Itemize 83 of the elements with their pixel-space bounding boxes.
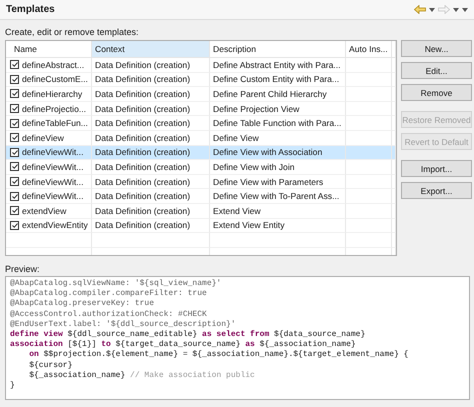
checkbox[interactable] [10, 192, 19, 201]
caret-icon[interactable] [429, 8, 435, 12]
checkbox[interactable] [10, 74, 19, 84]
table-cell: defineViewWit... [22, 147, 84, 158]
table-cell: defineHierarchy [22, 88, 82, 99]
table-row[interactable]: defineViewWit... Data Definition (creation) Define View with Join [6, 160, 396, 175]
table-cell: extendView [22, 206, 66, 216]
action-button[interactable]: New... [401, 40, 472, 57]
table-cell: Define View [213, 132, 259, 143]
back-arrow-icon[interactable] [414, 5, 426, 14]
code-line: @EndUserText.label: '${ddl_source_description}' [10, 320, 237, 330]
table-row[interactable]: defineViewWit... Data Definition (creation) Define View with Parameters [6, 174, 396, 190]
table-row[interactable]: defineCustomE... Data Definition (creation) Define Custom Entity with Para... [6, 72, 396, 88]
table-cell: Data Definition (creation) [95, 74, 190, 84]
code-line: @AccessControl.authorizationCheck: #CHECK [10, 310, 208, 320]
code-line: ${cursor} [28, 360, 74, 371]
checkbox[interactable] [10, 118, 19, 128]
table-cell: Data Definition (creation) [95, 118, 190, 128]
checkbox[interactable] [10, 133, 19, 142]
checkbox[interactable] [10, 162, 19, 172]
code-line: } [10, 381, 16, 392]
code-line: association [${1}] to ${target_data_source_name} as ${_association_name} [10, 340, 357, 350]
table-row[interactable]: defineViewWit... Data Definition (creation) Define View with To-Parent Ass... [6, 189, 396, 204]
table-cell: defineViewWit... [22, 162, 84, 172]
table-cell: Data Definition (creation) [95, 88, 190, 99]
column-header[interactable]: Description [210, 41, 346, 58]
table-cell: Data Definition (creation) [95, 60, 190, 70]
table-row[interactable]: defineAbstract... Data Definition (creation) Define Abstract Entity with Para... [6, 58, 396, 73]
table-cell: defineAbstract... [22, 60, 84, 70]
table-cell: Extend View Entity [213, 220, 284, 230]
code-line: ${_association_name} // Make association public [28, 370, 256, 382]
table-cell: extendViewEntity [22, 220, 88, 230]
code-line: on $$projection.${element_name} = ${_association_name}.${target_element_name} { [28, 350, 410, 361]
table-cell: Define Projection View [213, 104, 300, 114]
column-header[interactable]: Auto Ins... [346, 41, 392, 58]
instruction-text: Create, edit or remove templates: [5, 27, 140, 37]
table-cell: Data Definition (creation) [95, 147, 190, 158]
table-cell: Data Definition (creation) [95, 176, 190, 187]
table-row[interactable]: extendView Data Definition (creation) Extend View [6, 204, 396, 219]
table-row[interactable]: defineProjectio... Data Definition (creation) Define Projection View [6, 102, 396, 116]
table-cell: Data Definition (creation) [95, 220, 190, 230]
table-cell: defineCustomE... [22, 74, 88, 84]
table-row[interactable]: defineTableFun... Data Definition (creation) Define Table Function with Para... [6, 116, 396, 131]
checkbox[interactable] [10, 148, 19, 157]
table-cell: Data Definition (creation) [95, 104, 190, 114]
table-row[interactable]: extendViewEntity Data Definition (creation) Extend View Entity [6, 218, 396, 234]
column-header[interactable]: Context [92, 41, 210, 58]
code-line: @AbapCatalog.sqlViewName: '${sql_view_name}' [10, 279, 222, 289]
checkbox[interactable] [10, 220, 19, 230]
checkbox[interactable] [10, 89, 19, 98]
window-title: Templates [6, 4, 55, 15]
preview-label: Preview: [5, 264, 41, 274]
table-cell: Define Parent Child Hierarchy [213, 88, 327, 99]
table-cell: defineTableFun... [22, 118, 88, 128]
action-button[interactable]: Import... [401, 160, 472, 177]
table-cell: defineProjectio... [22, 104, 86, 114]
table-cell: Data Definition (creation) [95, 191, 190, 202]
action-button[interactable]: Edit... [401, 62, 472, 79]
action-button[interactable]: Remove [401, 84, 472, 101]
checkbox[interactable] [10, 60, 19, 70]
table-cell: Define View with Join [213, 162, 295, 172]
checkbox[interactable] [10, 104, 19, 114]
table-cell: Define View with Parameters [213, 176, 324, 187]
checkbox[interactable] [10, 206, 19, 216]
table-cell: defineViewWit... [22, 176, 84, 187]
table-cell: defineView [22, 132, 64, 143]
table-cell: Extend View [213, 206, 261, 216]
table-cell: Define View with Association [213, 147, 322, 158]
table-row[interactable]: defineViewWit... Data Definition (creation) Define View with Association [6, 146, 396, 160]
table-cell: Data Definition (creation) [95, 162, 190, 172]
table-cell: Data Definition (creation) [95, 132, 190, 143]
table-cell: Data Definition (creation) [95, 206, 190, 216]
action-button[interactable]: Export... [401, 182, 472, 199]
checkbox[interactable] [10, 177, 19, 186]
table-cell: Define Table Function with Para... [213, 118, 342, 128]
code-line: @AbapCatalog.preserveKey: true [10, 299, 156, 310]
table-cell: Define View with To-Parent Ass... [213, 191, 340, 202]
table-cell: Define Custom Entity with Para... [213, 74, 340, 84]
table-cell: defineViewWit... [22, 191, 84, 202]
code-line: define view ${ddl_source_name_editable} as select from ${data_source_name} [10, 330, 366, 340]
table-row[interactable]: defineHierarchy Data Definition (creation) Define Parent Child Hierarchy [6, 87, 396, 102]
table-cell: Define Abstract Entity with Para... [213, 60, 341, 70]
code-line: @AbapCatalog.compiler.compareFilter: true [10, 289, 208, 299]
